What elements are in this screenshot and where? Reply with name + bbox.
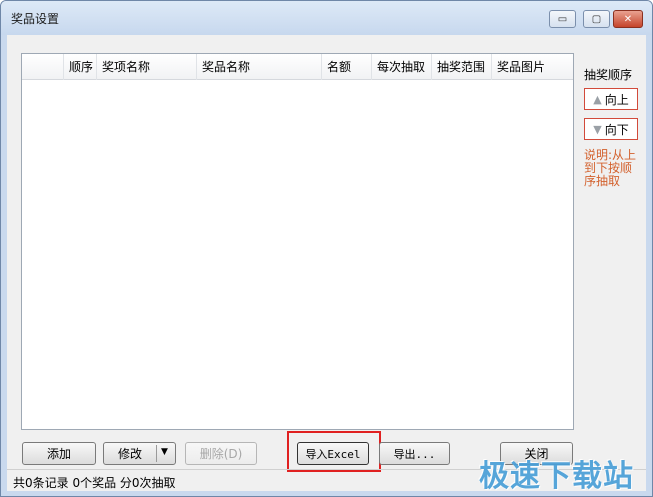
maximize-icon: ▢ <box>591 13 602 25</box>
prize-settings-window: 奖品设置 ▭ ▢ ✕ 顺序 奖项名称 奖品名称 名额 每次抽取 抽奖范围 奖品图… <box>0 0 653 497</box>
draw-order-title: 抽奖顺序 <box>584 68 633 82</box>
column-header-select[interactable] <box>22 54 63 80</box>
site-watermark: 极速下载站 <box>479 459 634 494</box>
table-header: 顺序 奖项名称 奖品名称 名额 每次抽取 抽奖范围 奖品图片 <box>22 54 573 80</box>
move-down-label: 向下 <box>604 122 629 137</box>
move-up-button[interactable]: ▲ 向上 <box>584 88 638 110</box>
chevron-down-icon[interactable]: ▼ <box>161 447 168 457</box>
column-header-prize-name[interactable]: 奖品名称 <box>196 54 321 80</box>
minimize-button[interactable]: ▭ <box>549 10 576 28</box>
dialog-body: 顺序 奖项名称 奖品名称 名额 每次抽取 抽奖范围 奖品图片 抽奖顺序 ▲ 向上… <box>7 35 646 491</box>
prize-table[interactable]: 顺序 奖项名称 奖品名称 名额 每次抽取 抽奖范围 奖品图片 <box>21 53 574 430</box>
maximize-button[interactable]: ▢ <box>583 10 610 28</box>
add-button[interactable]: 添加 <box>22 442 96 465</box>
title-bar[interactable]: 奖品设置 ▭ ▢ ✕ <box>1 1 652 35</box>
edit-button-label[interactable]: 修改 <box>104 445 156 462</box>
arrow-up-icon: ▲ <box>593 92 602 106</box>
close-window-button[interactable]: ✕ <box>613 10 643 28</box>
import-excel-button[interactable]: 导入Excel <box>297 442 369 465</box>
column-header-award-name[interactable]: 奖项名称 <box>96 54 196 80</box>
delete-button[interactable]: 删除(D) <box>185 442 257 465</box>
minimize-icon: ▭ <box>557 13 568 25</box>
window-title: 奖品设置 <box>11 12 60 26</box>
column-header-per-draw[interactable]: 每次抽取 <box>371 54 431 80</box>
move-down-button[interactable]: ▼ 向下 <box>584 118 638 140</box>
column-header-order[interactable]: 顺序 <box>63 54 96 80</box>
close-icon: ✕ <box>623 13 633 25</box>
export-button[interactable]: 导出... <box>379 442 450 465</box>
column-header-draw-range[interactable]: 抽奖范围 <box>431 54 491 80</box>
arrow-down-icon: ▼ <box>593 122 602 136</box>
column-header-quota[interactable]: 名额 <box>321 54 371 80</box>
draw-order-panel: 抽奖顺序 ▲ 向上 ▼ 向下 说明:从上到下按顺序抽取 <box>579 53 641 430</box>
draw-order-note: 说明:从上到下按顺序抽取 <box>584 148 637 188</box>
edit-split-button[interactable]: 修改 ▼ <box>103 442 176 465</box>
split-divider <box>156 445 157 462</box>
move-up-label: 向上 <box>604 92 629 107</box>
status-text: 共0条记录 0个奖品 分0次抽取 <box>13 476 176 490</box>
column-header-prize-image[interactable]: 奖品图片 <box>491 54 573 80</box>
